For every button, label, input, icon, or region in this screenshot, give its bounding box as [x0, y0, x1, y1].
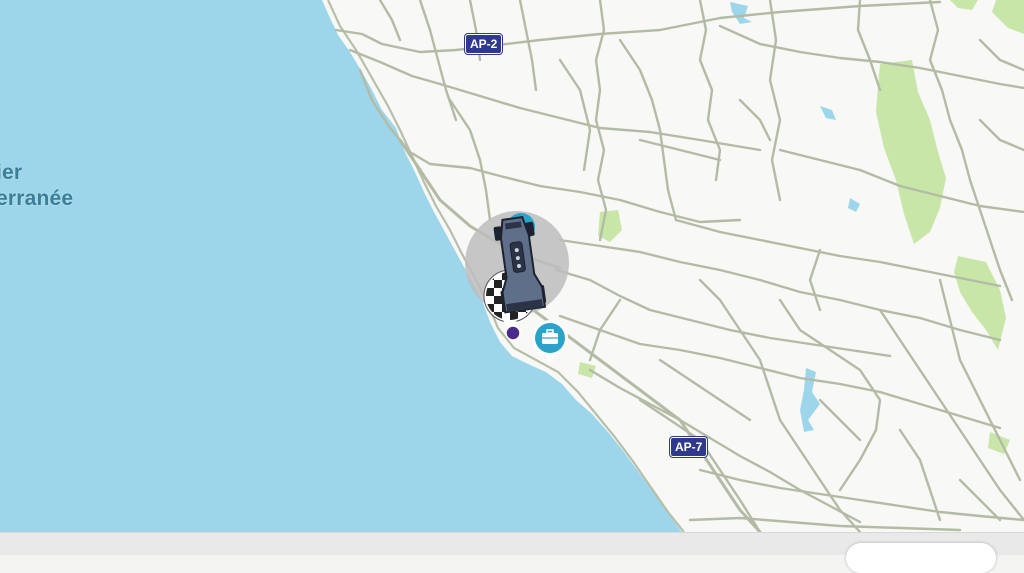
bottom-panel-handle[interactable] — [846, 543, 996, 573]
sea-label-line2: erranée — [0, 187, 74, 210]
road-shield-ap2[interactable]: AP-2 — [465, 34, 503, 54]
map-canvas[interactable]: ier erranée AP-2 AP-7 — [0, 0, 1024, 532]
sea-label: ier erranée — [0, 160, 73, 212]
sea-label-line1: ier — [0, 161, 23, 184]
bottom-bar — [0, 532, 1024, 573]
location-pin-icon[interactable] — [505, 325, 521, 341]
map-layer — [0, 0, 1024, 532]
road-shield-ap7[interactable]: AP-7 — [670, 437, 708, 457]
